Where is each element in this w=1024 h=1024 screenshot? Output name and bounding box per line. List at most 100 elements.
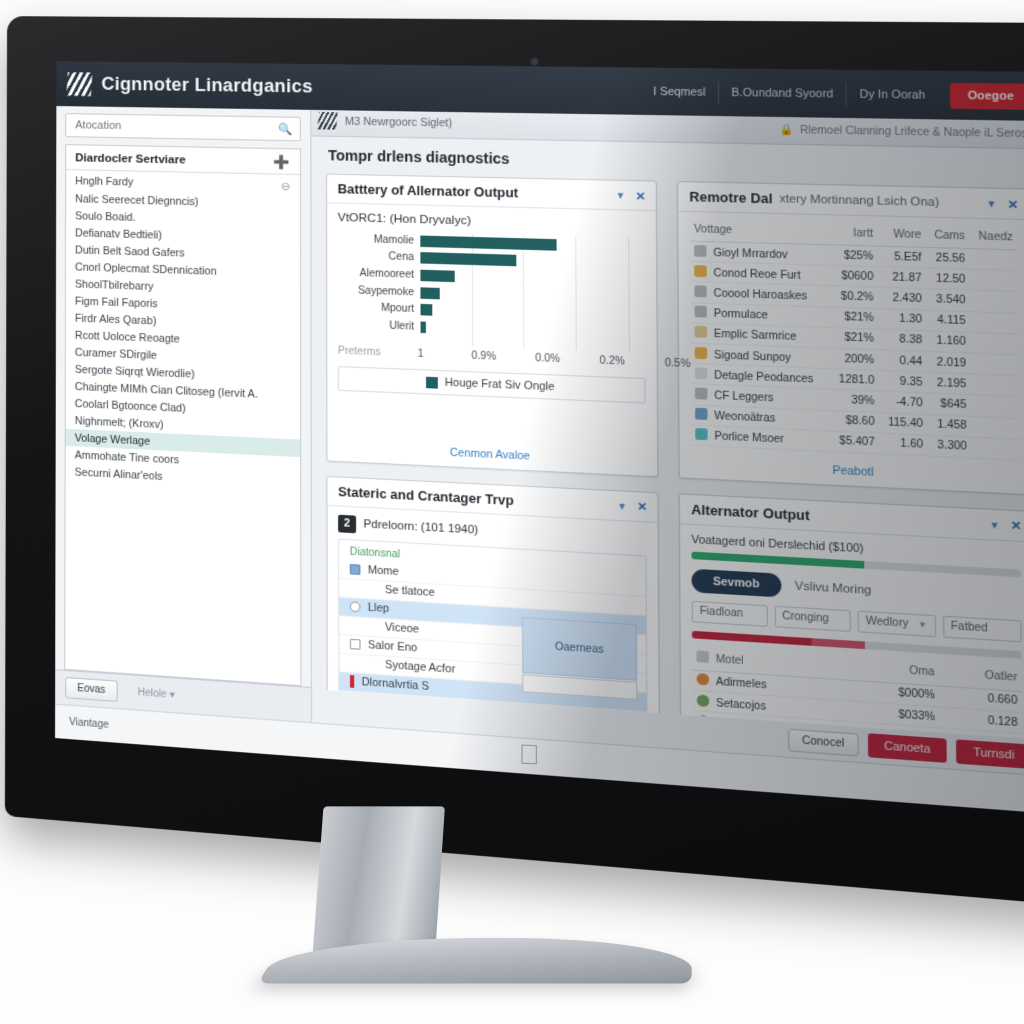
field-2-select[interactable]: Wedlory ▼ [857, 610, 936, 637]
sidebar-search-wrap: 🔍 [56, 106, 310, 149]
checkbox-icon[interactable] [349, 639, 361, 651]
tree-popover[interactable]: Oaerneas [521, 616, 638, 681]
toggle-inactive-label[interactable]: Vslivu Moring [795, 580, 871, 597]
cell-c1: $25% [843, 249, 874, 263]
cell-c3: 2.019 [936, 356, 967, 370]
col-header-2[interactable]: Wore [877, 225, 927, 248]
search-box[interactable]: 🔍 [65, 113, 301, 142]
row-status-icon [694, 264, 707, 277]
card-title: Batttery of Allernator Output [337, 182, 519, 201]
card-battery-alternator-output: Batttery of Allernator Output ▼ ✕ VtORC1… [326, 173, 690, 478]
cell-c4 [970, 249, 1018, 271]
search-icon[interactable]: 🔍 [278, 122, 292, 135]
sidebar-secondary-label: Helole [137, 687, 167, 701]
top-menu-item-2[interactable]: Dy In Oorah [845, 82, 939, 107]
sidebar-list-panel: Diardocler Sertviare ➕ Hnglh Fardy ⊖ Nalic… [64, 144, 302, 687]
brand-chevron-logo-icon [66, 72, 92, 96]
top-menu-item-1[interactable]: B.Oundand Syoord [717, 80, 846, 106]
cell-c1: 200% [844, 352, 875, 366]
sidebar-list: Hnglh Fardy ⊖ Nalic Seerecet Diegnncis) Sou… [65, 170, 301, 685]
alert-bar-icon[interactable] [349, 675, 355, 689]
row-status-icon [694, 305, 707, 318]
primary-cta-button[interactable]: Ooegoe [949, 82, 1024, 110]
chart-bar-0[interactable] [420, 235, 557, 251]
search-input[interactable] [73, 118, 279, 136]
close-icon[interactable]: ✕ [637, 500, 647, 514]
sidebar-item-label: Curamer SDirgile [74, 346, 157, 362]
cell-c1: $0600 [841, 270, 874, 283]
tree-row-label: Dlornalvrtia S [361, 676, 430, 694]
cell-c4 [971, 395, 1019, 418]
caret-down-icon[interactable]: ▼ [989, 519, 1000, 531]
col-header-4[interactable]: Naedz [969, 227, 1018, 250]
close-icon[interactable]: ✕ [1011, 519, 1022, 534]
sidebar-item-label: Firdr Ales Qarab) [74, 312, 157, 328]
card-footer-link[interactable]: Cenmon Avaloe [450, 446, 530, 462]
field-1-value: Cronging [782, 610, 829, 626]
close-icon[interactable]: ✕ [635, 189, 645, 203]
secure-note-text: Rlemoel Clanning Lrifece & Naople iL Ser… [800, 124, 1024, 141]
caret-down-icon[interactable]: ▼ [617, 501, 627, 512]
sidebar-primary-button[interactable]: Eovas [65, 676, 118, 703]
checkbox-checked-icon[interactable] [349, 564, 361, 576]
cell-c1: $8.60 [845, 415, 875, 429]
bar-chart: Mamolie Cena Alemooreet Saypemoke Mpourt Uler… [337, 230, 690, 374]
card-subtitle: xtery Mortinnang Lsich Ona) [779, 192, 940, 210]
chart-bar-label-5: Ulerit [389, 320, 415, 333]
cell-c4 [971, 374, 1019, 397]
col-header-1[interactable]: Iartt [828, 223, 878, 247]
chart-bar-label-2: Alemooreet [359, 267, 415, 281]
cell-c1: 39% [851, 394, 875, 408]
sidebar-secondary-dropdown[interactable]: Helole ▾ [126, 681, 188, 707]
field-0[interactable]: Fiadloan [691, 600, 768, 627]
radio-icon[interactable] [349, 601, 361, 613]
app-title: Cignnoter Linardganics [101, 73, 313, 97]
tree-row-label: Salor Eno [367, 639, 418, 655]
footer-button-1[interactable]: Canoeta [867, 733, 948, 763]
chart-bar-2[interactable] [420, 269, 456, 283]
footer-button-0[interactable]: Conocel [788, 728, 859, 756]
cell-c3: 3.300 [937, 439, 968, 454]
chart-bar-3[interactable] [420, 286, 441, 299]
card-body: Vottage Iartt Wore Cams Naedz Gioyl Mrra… [678, 212, 1024, 468]
field-0-value: Fiadloan [699, 605, 744, 621]
chart-bar-label-1: Cena [388, 251, 414, 264]
chart-bar-1[interactable] [420, 252, 517, 267]
close-icon[interactable]: ✕ [1007, 197, 1018, 211]
card-title: Alternator Output [691, 502, 810, 524]
cell-c1: $5.407 [839, 435, 875, 450]
toggle-active-pill[interactable]: Sevmob [691, 568, 782, 598]
chart-subtitle: VtORC1: (Hon Dryvalyc) [337, 211, 471, 228]
legend-swatch-icon [425, 376, 438, 389]
chart-bar-4[interactable] [420, 304, 433, 316]
col-header-3[interactable]: Cams [925, 226, 970, 249]
chart-xtick-2: 0.0% [535, 352, 561, 366]
field-1[interactable]: Cronging [774, 605, 851, 632]
caret-down-icon[interactable]: ▼ [616, 190, 626, 201]
chevron-down-icon: ▼ [917, 620, 928, 631]
sidebar-item-label: Cnorl Oplecmat SDennication [75, 260, 217, 278]
minus-circle-icon[interactable]: ⊖ [281, 179, 291, 192]
badge-text: Pdreloorn: (101 1940) [363, 518, 479, 538]
tree-row-label: Mome [367, 564, 399, 579]
cell-c3: 25.56 [935, 252, 966, 265]
field-3[interactable]: Fatbed [942, 615, 1022, 643]
card-footer-link[interactable]: Peabotl [832, 464, 873, 479]
footer-button-2[interactable]: Turnsdi [956, 739, 1024, 769]
row-status-icon [694, 285, 707, 298]
card-header-controls: ▼ ✕ [986, 197, 1018, 211]
card-title: Remotre Dal [689, 189, 773, 207]
content-tab[interactable]: M3 Newrgoorc Siglet) [318, 112, 453, 132]
cell-c4 [970, 269, 1018, 291]
chart-bar-5[interactable] [420, 321, 426, 333]
row-status-icon [694, 366, 708, 380]
sort-icon [696, 650, 710, 663]
chart-x-axis-label: Preterms [337, 345, 381, 359]
chart-xtick-3: 0.2% [599, 355, 625, 368]
caret-down-icon[interactable]: ▼ [986, 198, 997, 209]
top-menu-item-0[interactable]: I Seqmesl [641, 80, 718, 104]
row-status-icon [695, 407, 708, 421]
sidebar: 🔍 Diardocler Sertviare ➕ Hnglh Fardy ⊖ Nal… [55, 106, 313, 723]
cell-c2: 0.44 [899, 354, 923, 368]
plus-icon[interactable]: ➕ [274, 154, 291, 170]
